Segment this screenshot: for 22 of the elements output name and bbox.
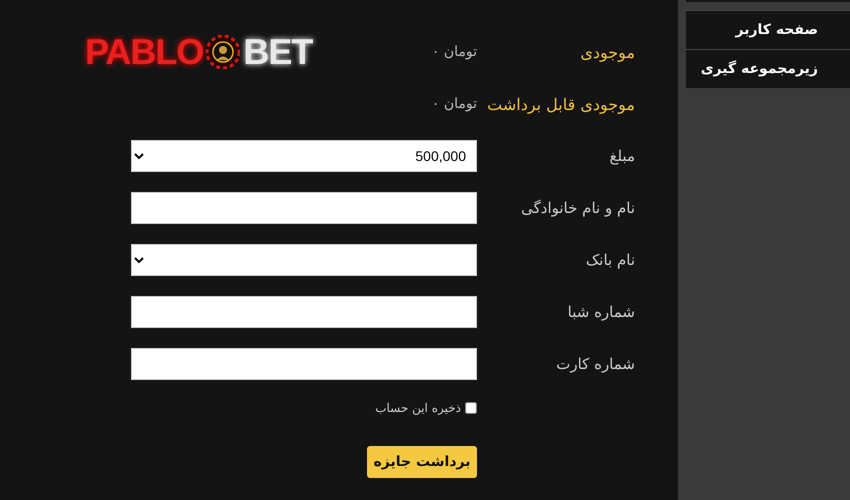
field-label: شماره شبا — [566, 303, 635, 321]
logo-text: BET — [243, 31, 312, 73]
balance-label: موجودی قابل برداشت — [486, 94, 635, 114]
field-label: مبلغ — [608, 147, 635, 165]
select-field[interactable] — [131, 244, 477, 276]
field-label: شماره کارت — [555, 355, 635, 373]
select-field[interactable]: 500,000 — [131, 140, 477, 172]
withdraw-button[interactable]: برداشت جایزه — [367, 446, 477, 478]
field-label: نام و نام خانوادگی — [520, 199, 635, 217]
balance-value: تومان ۰ — [432, 96, 477, 112]
field-label: نام بانک — [584, 251, 635, 269]
sidebar-item[interactable]: زیرمجموعه گیری — [686, 49, 850, 88]
input-field[interactable] — [131, 296, 477, 328]
sidebar-item[interactable]: صفحه کاربر — [686, 10, 850, 49]
balance-label: موجودی — [579, 42, 635, 62]
input-field[interactable] — [131, 192, 477, 224]
poker-chip-icon — [206, 35, 240, 69]
logo-text: PABLO — [85, 31, 204, 73]
balance-value: تومان ۰ — [432, 44, 477, 60]
checkbox-label: ذخیره این حساب — [375, 401, 461, 415]
input-field[interactable] — [131, 348, 477, 380]
save-account-checkbox[interactable] — [465, 402, 477, 414]
